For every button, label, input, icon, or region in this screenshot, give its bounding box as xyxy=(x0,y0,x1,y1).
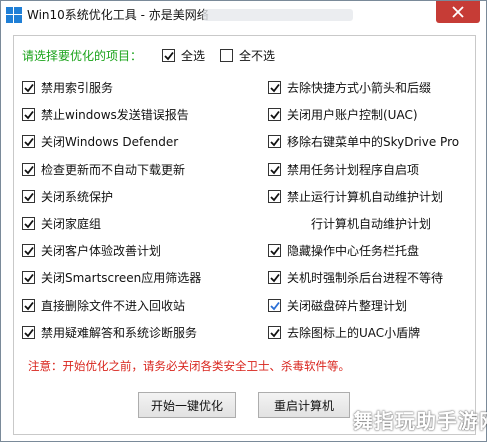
option-checkbox[interactable] xyxy=(22,81,35,94)
option-checkbox[interactable] xyxy=(22,271,35,284)
check-icon xyxy=(270,137,280,147)
option-checkbox[interactable] xyxy=(22,326,35,339)
check-icon xyxy=(270,246,280,256)
options-panel: 请选择要优化的项目： 全选 全不选 禁用索引服务 禁止windows发送错误报告关… xyxy=(13,35,476,435)
option-label[interactable]: 关闭Smartscreen应用筛选器 xyxy=(41,270,201,286)
option-checkbox[interactable] xyxy=(268,163,281,176)
option-label[interactable]: 关闭Windows Defender xyxy=(41,134,178,150)
option-checkbox[interactable] xyxy=(268,271,281,284)
check-icon xyxy=(24,246,34,256)
select-all-label[interactable]: 全选 xyxy=(181,46,205,66)
check-icon xyxy=(24,192,34,202)
restart-computer-button[interactable]: 重启计算机 xyxy=(258,392,350,418)
option-checkbox[interactable] xyxy=(22,299,35,312)
option-checkbox[interactable] xyxy=(268,81,281,94)
option-label[interactable]: 关闭家庭组 xyxy=(41,216,101,232)
select-none-checkbox[interactable] xyxy=(220,49,233,62)
select-prompt: 请选择要优化的项目： xyxy=(22,49,143,63)
close-button[interactable] xyxy=(436,1,480,23)
check-icon xyxy=(24,83,34,93)
option-checkbox[interactable] xyxy=(268,135,281,148)
option-checkbox[interactable] xyxy=(22,108,35,121)
option-checkbox[interactable] xyxy=(22,217,35,230)
option-checkbox[interactable] xyxy=(22,244,35,257)
option-label[interactable]: 关闭客户体验改善计划 xyxy=(41,243,161,259)
check-icon xyxy=(24,219,34,229)
check-icon xyxy=(24,137,34,147)
option-label[interactable]: 关闭系统保护 xyxy=(41,189,113,205)
select-none-label[interactable]: 全不选 xyxy=(239,46,275,66)
check-icon xyxy=(24,273,34,283)
option-label[interactable]: 禁用疑难解答和系统诊断服务 xyxy=(41,325,197,341)
option-label[interactable]: 检查更新而不自动下载更新 xyxy=(41,162,185,178)
check-icon xyxy=(24,165,34,175)
start-optimize-button[interactable]: 开始一键优化 xyxy=(138,392,236,418)
window-title: Win10系统优化工具 - 亦是美网络 xyxy=(27,8,209,22)
title-bar[interactable]: Win10系统优化工具 - 亦是美网络 xyxy=(1,1,486,29)
check-icon xyxy=(270,273,280,283)
check-icon xyxy=(270,165,280,175)
option-label[interactable]: 隐藏操作中心任务栏托盘 xyxy=(287,243,419,259)
option-label[interactable]: 禁用索引服务 xyxy=(41,80,113,96)
check-icon xyxy=(270,110,280,120)
option-label[interactable]: 禁用任务计划程序自启项 xyxy=(287,162,419,178)
option-label[interactable]: 移除右键菜单中的SkyDrive Pro xyxy=(287,134,459,150)
option-checkbox[interactable] xyxy=(268,108,281,121)
check-icon xyxy=(270,192,280,202)
check-icon xyxy=(24,328,34,338)
check-icon xyxy=(24,301,34,311)
title-redaction xyxy=(203,9,353,21)
close-icon xyxy=(452,6,464,18)
option-label[interactable]: 关闭磁盘碎片整理计划 xyxy=(287,298,407,314)
check-icon xyxy=(270,328,280,338)
option-checkbox[interactable] xyxy=(268,326,281,339)
select-all-checkbox[interactable] xyxy=(162,49,175,62)
option-checkbox[interactable] xyxy=(268,190,281,203)
check-icon xyxy=(270,301,280,311)
option-label[interactable]: 直接删除文件不进入回收站 xyxy=(41,298,185,314)
option-label[interactable]: 去除快捷方式小箭头和后缀 xyxy=(287,80,431,96)
option-label[interactable]: 禁止运行计算机自动维护计划 xyxy=(287,189,443,205)
app-icon xyxy=(6,7,22,23)
app-window: Win10系统优化工具 - 亦是美网络 请选择要优化的项目： 全选 全不选 禁用… xyxy=(0,0,487,442)
option-checkbox[interactable] xyxy=(22,163,35,176)
option-label[interactable]: 关机时强制杀后台进程不等待 xyxy=(287,270,443,286)
check-icon xyxy=(164,51,174,61)
option-label[interactable]: 关闭用户账户控制(UAC) xyxy=(287,107,418,123)
check-icon xyxy=(24,110,34,120)
option-checkbox[interactable] xyxy=(22,135,35,148)
warning-notice: 注意：开始优化之前，请务必关闭各类安全卫士、杀毒软件等。 xyxy=(28,359,350,373)
option-label[interactable]: 去除图标上的UAC小盾牌 xyxy=(287,325,420,341)
watermark: 舞指玩助手游网 xyxy=(353,409,487,433)
option-checkbox[interactable] xyxy=(268,299,281,312)
option-label: 行计算机自动维护计划 xyxy=(311,217,432,231)
option-checkbox[interactable] xyxy=(22,190,35,203)
check-icon xyxy=(270,83,280,93)
option-checkbox[interactable] xyxy=(268,244,281,257)
option-label[interactable]: 禁止windows发送错误报告 xyxy=(41,107,189,123)
